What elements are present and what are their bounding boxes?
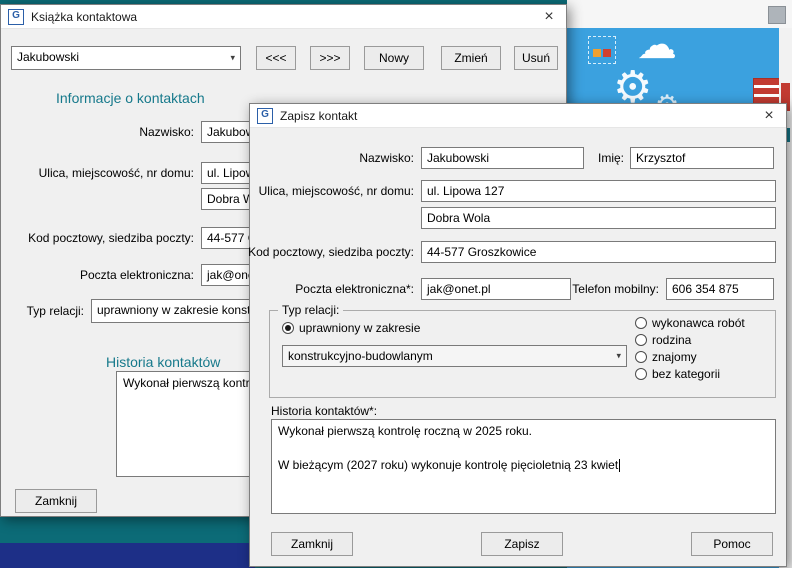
radio-wykonawca-robot[interactable]: wykonawca robót bbox=[635, 316, 745, 330]
save-button[interactable]: Zapisz bbox=[481, 532, 563, 556]
contact-select[interactable]: Jakubowski ▾ bbox=[11, 46, 241, 70]
street-field-1[interactable]: ul. Lipowa 127 bbox=[421, 180, 776, 202]
street-field-2[interactable]: Dobra Wola bbox=[421, 207, 776, 229]
firstname-field[interactable]: Krzysztof bbox=[630, 147, 774, 169]
new-button[interactable]: Nowy bbox=[364, 46, 424, 70]
tray-window-icon[interactable] bbox=[768, 6, 786, 24]
contact-select-value: Jakubowski bbox=[17, 50, 79, 64]
firstname-label: Imię: bbox=[598, 151, 624, 165]
postal-label: Kod pocztowy, siedziba poczty: bbox=[28, 231, 194, 245]
background-window-strip bbox=[567, 0, 792, 29]
street-label: Ulica, miejscowość, nr domu: bbox=[259, 184, 414, 198]
delete-button[interactable]: Usuń bbox=[514, 46, 558, 70]
red-square-icon bbox=[603, 49, 611, 57]
street-label: Ulica, miejscowość, nr domu: bbox=[39, 166, 194, 180]
app-logo-icon: G bbox=[8, 9, 24, 25]
surname-field[interactable]: Jakubowski bbox=[421, 147, 584, 169]
surname-label: Nazwisko: bbox=[139, 125, 194, 139]
email-label: Poczta elektroniczna: bbox=[80, 268, 194, 282]
next-button[interactable]: >>> bbox=[310, 46, 350, 70]
radio-circle-icon bbox=[635, 368, 647, 380]
close-window-button[interactable]: Zamknij bbox=[15, 489, 97, 513]
postal-label: Kod pocztowy, siedziba poczty: bbox=[248, 245, 414, 259]
history-line: Wykonał pierwszą kontrolę roczną w 2025 … bbox=[278, 423, 769, 440]
prev-button[interactable]: <<< bbox=[256, 46, 296, 70]
relation-scope-value: konstrukcyjno-budowlanym bbox=[288, 349, 433, 363]
desktop-selected-icon[interactable] bbox=[588, 36, 616, 64]
phone-label: Telefon mobilny: bbox=[572, 282, 659, 296]
radio-uprawniony-w-zakresie[interactable]: uprawniony w zakresie bbox=[282, 321, 420, 335]
chevron-down-icon: ▾ bbox=[230, 51, 235, 66]
email-label: Poczta elektroniczna*: bbox=[295, 282, 414, 296]
relation-label: Typ relacji: bbox=[27, 304, 84, 318]
close-dialog-button[interactable]: Zamknij bbox=[271, 532, 353, 556]
change-button[interactable]: Zmień bbox=[441, 46, 501, 70]
history-label: Historia kontaktów*: bbox=[271, 404, 377, 418]
orange-square-icon bbox=[593, 49, 601, 57]
radio-rodzina[interactable]: rodzina bbox=[635, 333, 691, 347]
radio-znajomy[interactable]: znajomy bbox=[635, 350, 697, 364]
save-contact-dialog: G Zapisz kontakt × Nazwisko: Jakubowski … bbox=[249, 103, 787, 567]
radio-label: rodzina bbox=[652, 333, 691, 347]
app-logo-icon: G bbox=[257, 108, 273, 124]
contacts-info-heading: Informacje o kontaktach bbox=[56, 90, 205, 106]
contacts-history-heading: Historia kontaktów bbox=[106, 354, 220, 370]
relation-group-label: Typ relacji: bbox=[278, 303, 343, 317]
radio-label: wykonawca robót bbox=[652, 316, 745, 330]
history-line bbox=[278, 440, 769, 457]
surname-label: Nazwisko: bbox=[359, 151, 414, 165]
relation-scope-select[interactable]: konstrukcyjno-budowlanym ▾ bbox=[282, 345, 627, 367]
phone-field[interactable]: 606 354 875 bbox=[666, 278, 774, 300]
radio-circle-icon bbox=[282, 322, 294, 334]
close-icon[interactable]: × bbox=[759, 106, 779, 126]
radio-label: bez kategorii bbox=[652, 367, 720, 381]
save-dialog-title: Zapisz kontakt bbox=[280, 109, 357, 123]
close-icon[interactable]: × bbox=[539, 7, 559, 27]
contact-book-title: Książka kontaktowa bbox=[31, 10, 137, 24]
contact-book-titlebar[interactable]: G Książka kontaktowa × bbox=[1, 5, 566, 29]
history-textarea[interactable]: Wykonał pierwszą kontrolę roczną w 2025 … bbox=[271, 419, 776, 514]
postal-field[interactable]: 44-577 Groszkowice bbox=[421, 241, 776, 263]
desktop: ☁ ⚙ ⚙ G Książka kontaktowa × Jakubowski … bbox=[0, 0, 792, 568]
radio-label: uprawniony w zakresie bbox=[299, 321, 420, 335]
radio-circle-icon bbox=[635, 317, 647, 329]
email-field[interactable]: jak@onet.pl bbox=[421, 278, 571, 300]
radio-bez-kategorii[interactable]: bez kategorii bbox=[635, 367, 720, 381]
radio-circle-icon bbox=[635, 334, 647, 346]
chevron-down-icon: ▾ bbox=[616, 349, 621, 364]
help-button[interactable]: Pomoc bbox=[691, 532, 773, 556]
taskbar-strip bbox=[0, 543, 255, 568]
relation-type-group: Typ relacji: uprawniony w zakresie konst… bbox=[269, 310, 776, 398]
history-line: W bieżącym (2027 roku) wykonuje kontrolę… bbox=[278, 457, 769, 474]
save-dialog-titlebar[interactable]: G Zapisz kontakt × bbox=[250, 104, 786, 128]
radio-circle-icon bbox=[635, 351, 647, 363]
text-cursor bbox=[619, 459, 620, 472]
history-line-text: W bieżącym (2027 roku) wykonuje kontrolę… bbox=[278, 458, 618, 472]
radio-label: znajomy bbox=[652, 350, 697, 364]
